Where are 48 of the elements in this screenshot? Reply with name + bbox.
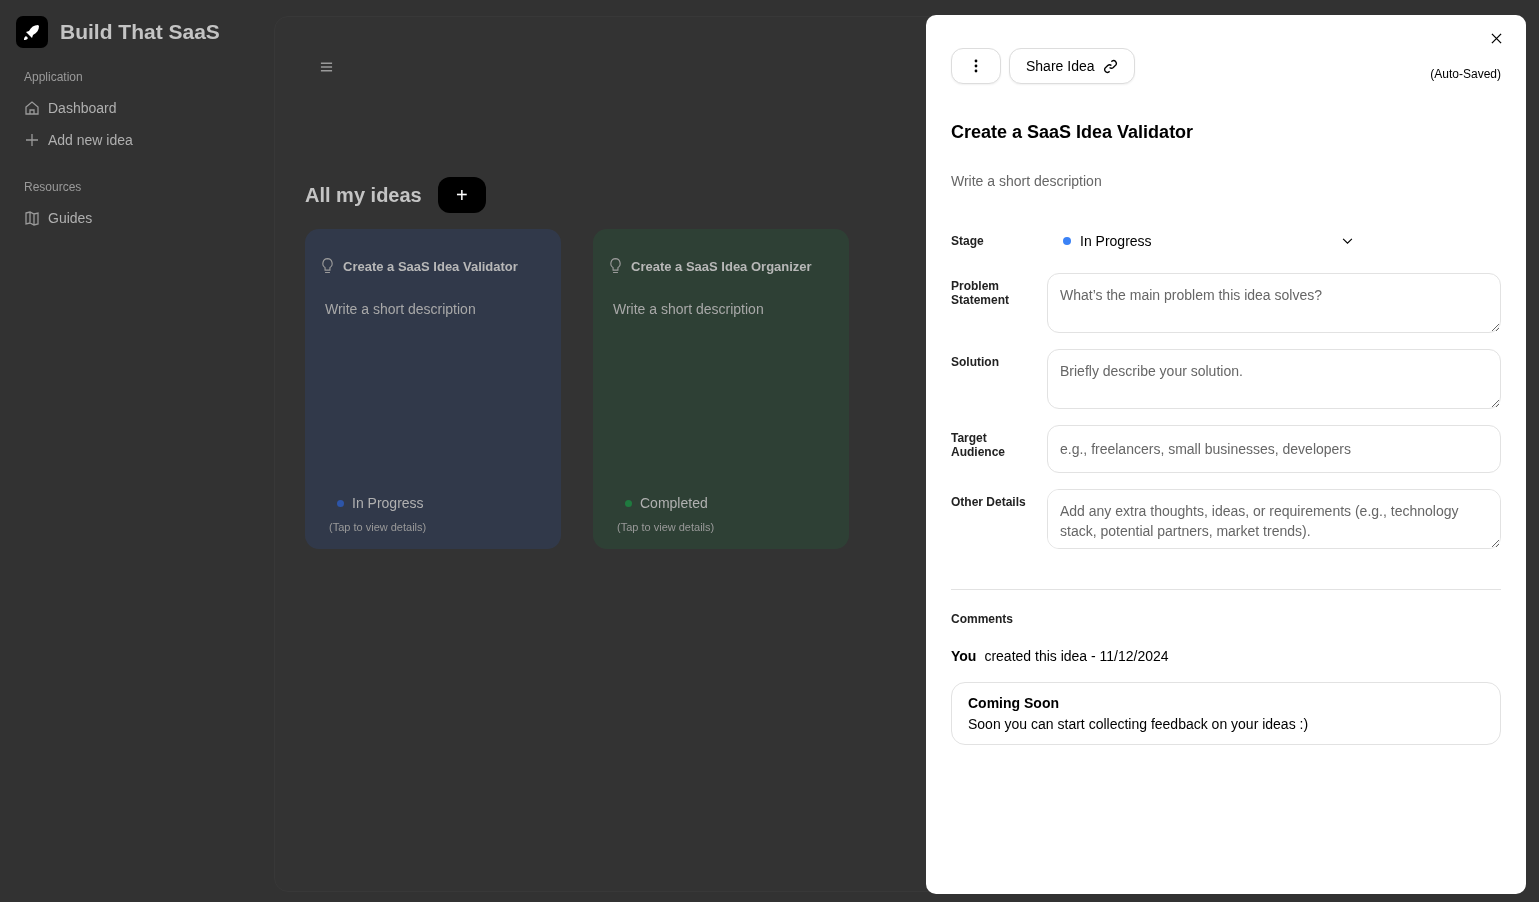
notice-title: Coming Soon [968, 695, 1060, 711]
close-icon[interactable] [1491, 33, 1502, 44]
lightbulb-icon [609, 257, 622, 275]
idea-card[interactable]: Create a SaaS Idea Validator Write a short description In Progress (Tap to view details) [305, 229, 561, 549]
nav-link[interactable]: Add new idea [16, 124, 141, 156]
idea-title: Create a SaaS Idea Organizer [631, 258, 812, 274]
stage-value: In Progress [1080, 233, 1153, 249]
section-label: Resources [23, 180, 83, 196]
stage-label: Completed [640, 495, 708, 511]
app-name: Build That SaaS [60, 20, 220, 44]
menu-icon[interactable] [320, 61, 333, 73]
activity-text: created this idea - 11/12/2024 [984, 648, 1169, 664]
field-label: Problem Statement [951, 278, 1010, 309]
notice-text: Soon you can start collecting feedback on your ideas :) [968, 716, 1310, 732]
text-area[interactable]: Add any extra thoughts, ideas, or requirements (e.g., technology stack, potential partners, market trends). [1047, 489, 1501, 549]
plus-icon [24, 132, 40, 148]
nav-link[interactable]: Guides [16, 202, 101, 234]
idea-title-heading: Create a SaaS Idea Validator [951, 122, 1195, 143]
idea-description: Write a short description [324, 301, 477, 319]
idea-card[interactable]: Create a SaaS Idea Organizer Write a short description Completed (Tap to view details) [593, 229, 849, 549]
field-label: Other Details [951, 494, 1027, 511]
text-area[interactable]: Briefly describe your solution. [1047, 349, 1501, 409]
text-area[interactable]: What’s the main problem this idea solves? [1047, 273, 1501, 333]
map-icon [24, 210, 40, 226]
chevron-down-icon [1342, 237, 1353, 245]
stage-label: In Progress [352, 495, 424, 511]
comments-heading: Comments [951, 612, 1014, 626]
field-label: Stage [951, 234, 985, 248]
home-icon [24, 100, 40, 116]
idea-description: Write a short description [612, 301, 765, 319]
input-field[interactable]: e.g., freelancers, small businesses, developers [1047, 425, 1501, 473]
stage-select[interactable]: In Progress [1047, 233, 1353, 249]
rocket-logo-icon [16, 16, 48, 48]
comment-author: You [951, 648, 977, 664]
idea-title: Create a SaaS Idea Validator [343, 258, 518, 274]
field-label: Solution [951, 354, 1000, 371]
nav-link[interactable]: Dashboard [16, 92, 125, 124]
more-vertical-icon [974, 59, 978, 73]
card-hint: (Tap to view details) [328, 521, 428, 533]
auto-saved-status: (Auto-Saved) [1430, 67, 1501, 81]
share-idea-button[interactable]: Share Idea [1009, 48, 1135, 84]
field-label: Target Audience [951, 430, 1006, 461]
link-icon [1102, 58, 1118, 74]
card-hint: (Tap to view details) [616, 521, 716, 533]
add-idea-button[interactable]: + [437, 177, 486, 213]
section-label: Application [23, 70, 84, 86]
page-heading: All my ideas [305, 183, 422, 207]
lightbulb-icon [321, 257, 334, 275]
